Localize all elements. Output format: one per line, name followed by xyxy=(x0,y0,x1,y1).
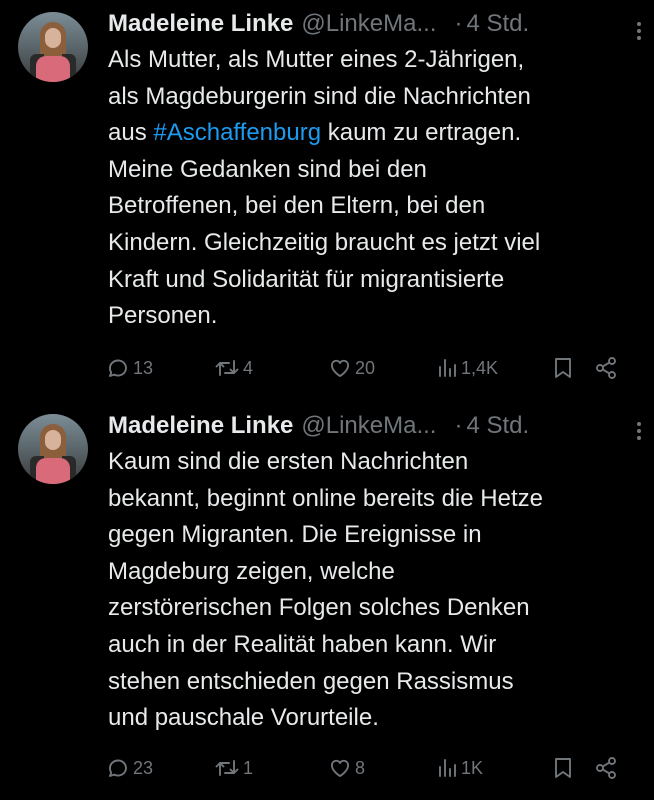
like-count: 8 xyxy=(355,757,366,778)
author-name[interactable]: Madeleine Linke xyxy=(108,412,293,440)
share-button[interactable] xyxy=(594,354,618,382)
more-icon[interactable] xyxy=(636,22,642,40)
like-icon xyxy=(331,359,349,377)
tweet-actions: 13 4 20 1,4K xyxy=(106,354,626,382)
avatar-shirt xyxy=(36,458,70,484)
repost-count: 4 xyxy=(243,357,254,378)
bookmark-icon xyxy=(555,358,571,378)
bookmark-button[interactable] xyxy=(552,754,574,782)
like-button[interactable]: 20 xyxy=(328,354,375,382)
tweet-text-line: Als Mutter, als Mutter eines 2-Jährigen, xyxy=(108,46,525,73)
like-button[interactable]: 8 xyxy=(328,754,365,782)
views-button[interactable]: 1,4K xyxy=(436,354,498,382)
author-name[interactable]: Madeleine Linke xyxy=(108,10,293,38)
like-count: 20 xyxy=(355,357,376,378)
bookmark-icon xyxy=(555,758,571,778)
tweet-text-line: und pauschale Vorurteile. xyxy=(108,704,379,732)
avatar-shirt xyxy=(36,56,70,82)
like-icon xyxy=(331,759,349,777)
tweet-actions: 23 1 8 1K xyxy=(106,754,626,782)
tweet-text-line: stehen entschieden gegen Rassismus xyxy=(108,667,514,695)
reply-count: 13 xyxy=(133,357,154,378)
author-handle[interactable]: @LinkeMa... xyxy=(301,10,436,38)
tweet-text-line: gegen Migranten. Die Ereignisse in xyxy=(108,521,482,549)
avatar[interactable] xyxy=(18,414,88,484)
separator-dot: · xyxy=(454,10,463,37)
bookmark-button[interactable] xyxy=(552,354,574,382)
tweet-header: Madeleine Linke @LinkeMa... · 4 Std. xyxy=(108,410,630,442)
tweet-text-line: Personen. xyxy=(108,302,218,330)
views-button[interactable]: 1K xyxy=(436,754,483,782)
views-count: 1,4K xyxy=(461,357,499,378)
avatar-face xyxy=(45,430,61,450)
avatar-face xyxy=(45,28,61,48)
reply-icon xyxy=(109,759,127,777)
repost-icon xyxy=(215,360,239,376)
repost-button[interactable]: 4 xyxy=(214,354,253,382)
separator-dot: · xyxy=(454,412,463,439)
tweet-text-line: zerstörerischen Folgen solches Denken xyxy=(108,594,530,622)
repost-button[interactable]: 1 xyxy=(214,754,253,782)
tweet-text-line: Magdeburg zeigen, welche xyxy=(108,557,395,585)
tweet-text-line: aus #Aschaffenburg kaum zu ertragen. xyxy=(108,119,522,147)
tweet-text-line: als Magdeburgerin sind die Nachrichten xyxy=(108,82,531,110)
tweet-text-line: Kaum sind die ersten Nachrichten xyxy=(108,448,469,475)
reply-button[interactable]: 23 xyxy=(106,754,153,782)
tweet-header: Madeleine Linke @LinkeMa... · 4 Std. xyxy=(108,8,630,40)
tweet-text-line: auch in der Realität haben kann. Wir xyxy=(108,630,497,658)
more-icon[interactable] xyxy=(636,422,642,440)
repost-icon xyxy=(215,760,239,776)
tweet-text-line: Kraft und Solidarität für migrantisierte xyxy=(108,265,505,293)
tweet-text-line: Kindern. Gleichzeitig braucht es jetzt v… xyxy=(108,228,541,256)
timestamp[interactable]: 4 Std. xyxy=(466,412,529,440)
views-count: 1K xyxy=(461,757,484,778)
share-icon xyxy=(596,757,616,779)
hashtag-link[interactable]: #Aschaffenburg xyxy=(153,119,321,146)
reply-icon xyxy=(109,359,127,377)
reply-count: 23 xyxy=(133,757,154,778)
avatar[interactable] xyxy=(18,12,88,82)
tweet-text-line: Betroffenen, bei den Eltern, bei den xyxy=(108,192,486,220)
repost-count: 1 xyxy=(243,757,254,778)
tweet-text: Kaum sind die ersten Nachrichten bekannt… xyxy=(108,444,638,737)
timestamp[interactable]: 4 Std. xyxy=(466,10,529,38)
author-handle[interactable]: @LinkeMa... xyxy=(301,412,436,440)
tweet-text-line: Meine Gedanken sind bei den xyxy=(108,155,427,183)
tweet-text-line: bekannt, beginnt online bereits die Hetz… xyxy=(108,484,543,512)
share-icon xyxy=(596,357,616,379)
tweet[interactable]: Madeleine Linke @LinkeMa... · 4 Std. Als… xyxy=(0,0,654,400)
reply-button[interactable]: 13 xyxy=(106,354,153,382)
share-button[interactable] xyxy=(594,754,618,782)
tweet[interactable]: Madeleine Linke @LinkeMa... · 4 Std. Kau… xyxy=(0,400,654,800)
views-icon xyxy=(439,359,456,377)
tweet-text: Als Mutter, als Mutter eines 2-Jährigen,… xyxy=(108,42,638,335)
views-icon xyxy=(439,759,456,777)
